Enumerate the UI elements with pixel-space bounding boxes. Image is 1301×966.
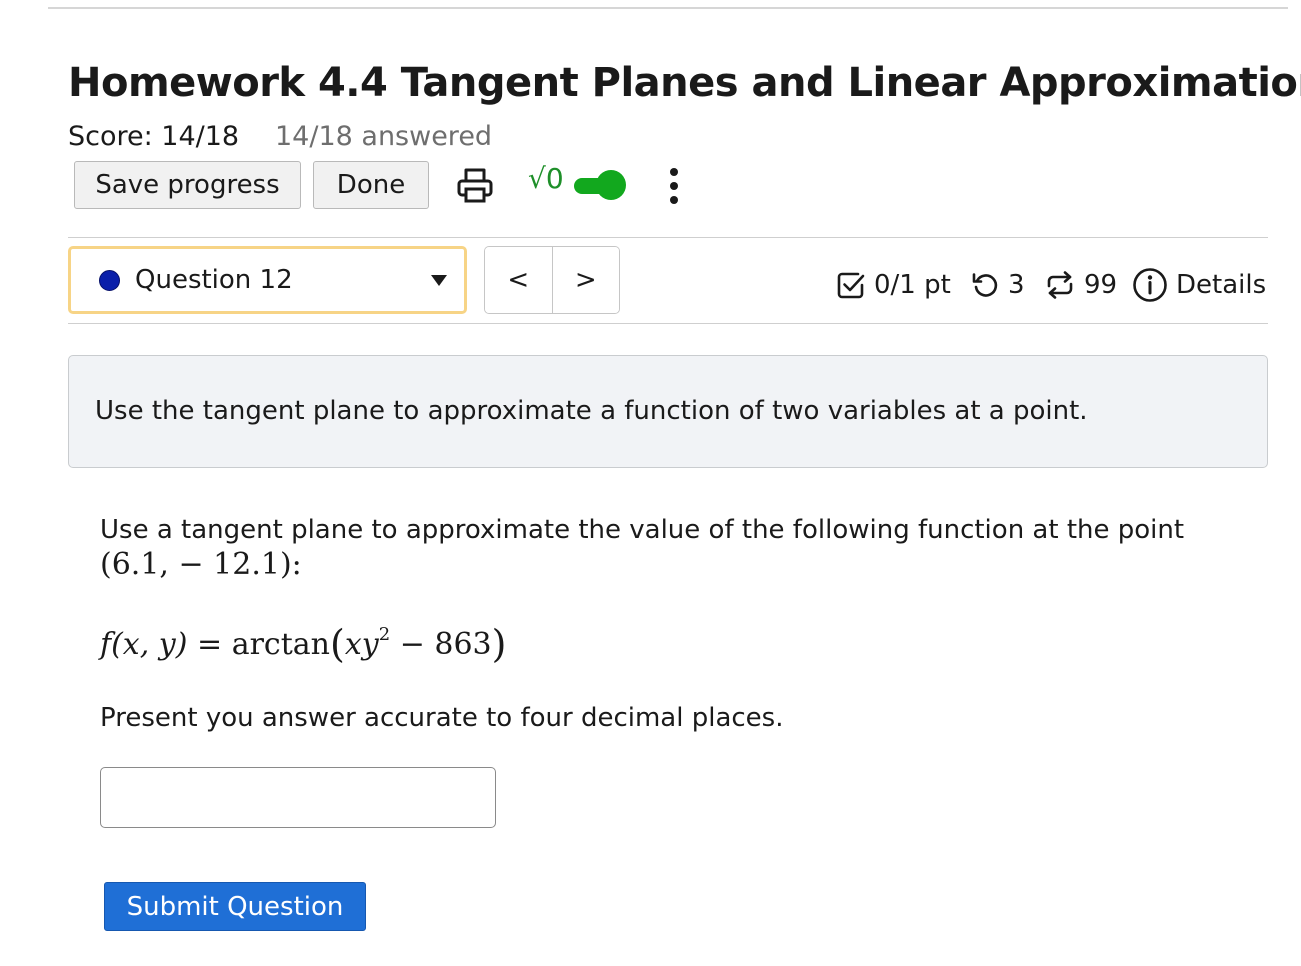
points-indicator: 0/1 pt	[836, 262, 951, 308]
question-prompt: Use a tangent plane to approximate the v…	[100, 515, 1185, 545]
function-lhs: f(x, y)	[100, 627, 188, 662]
function-open-paren: (	[329, 622, 345, 666]
question-intro-box: Use the tangent plane to approximate a f…	[68, 355, 1268, 468]
question-function: f(x, y) = arctan(xy2 − 863)	[100, 622, 506, 666]
question-select[interactable]: Question 12	[68, 246, 467, 314]
function-name: arctan	[231, 627, 330, 662]
question-nav-group: < >	[484, 246, 620, 314]
done-button[interactable]: Done	[313, 161, 429, 209]
question-status-dot	[99, 270, 120, 291]
question-select-label: Question 12	[135, 265, 293, 295]
printer-icon[interactable]	[456, 166, 494, 204]
info-icon	[1133, 268, 1167, 302]
function-close-paren: )	[491, 622, 507, 666]
details-label: Details	[1176, 270, 1267, 300]
toolbar-divider	[68, 237, 1268, 238]
tries-count: 3	[1008, 270, 1025, 300]
function-arg-exponent: 2	[378, 624, 391, 645]
math-entry-toggle[interactable]	[574, 170, 626, 200]
answer-input[interactable]	[100, 767, 496, 828]
question-intro-text: Use the tangent plane to approximate a f…	[95, 396, 1088, 426]
submit-question-button[interactable]: Submit Question	[104, 882, 366, 931]
question-point: (6.1, − 12.1):	[100, 547, 302, 582]
previous-question-button[interactable]: <	[485, 247, 552, 313]
vertical-ellipsis-icon[interactable]	[668, 166, 680, 206]
tries-indicator: 3	[970, 262, 1025, 308]
math-entry-square-root-icon: √0	[528, 162, 564, 195]
top-divider	[48, 7, 1288, 9]
undo-arrow-icon	[972, 273, 998, 297]
retries-indicator: 99	[1044, 262, 1117, 308]
save-progress-button[interactable]: Save progress	[74, 161, 301, 209]
function-arg-rest: − 863	[399, 627, 492, 662]
question-header-divider	[68, 323, 1268, 324]
points-text: 0/1 pt	[874, 270, 951, 300]
page-title: Homework 4.4 Tangent Planes and Linear A…	[68, 60, 1301, 106]
retry-arrows-icon	[1047, 271, 1073, 299]
function-equals: =	[197, 627, 223, 662]
details-button[interactable]: Details	[1132, 262, 1266, 308]
answer-instruction: Present you answer accurate to four deci…	[100, 703, 784, 733]
toggle-knob	[596, 170, 626, 200]
answered-count: 14/18 answered	[275, 121, 493, 152]
function-arg-base: xy	[344, 627, 379, 662]
retries-count: 99	[1084, 270, 1118, 300]
next-question-button[interactable]: >	[551, 247, 619, 313]
checkbox-icon	[837, 272, 865, 299]
score-text: Score: 14/18	[68, 121, 240, 152]
dropdown-arrow-icon	[431, 275, 447, 286]
